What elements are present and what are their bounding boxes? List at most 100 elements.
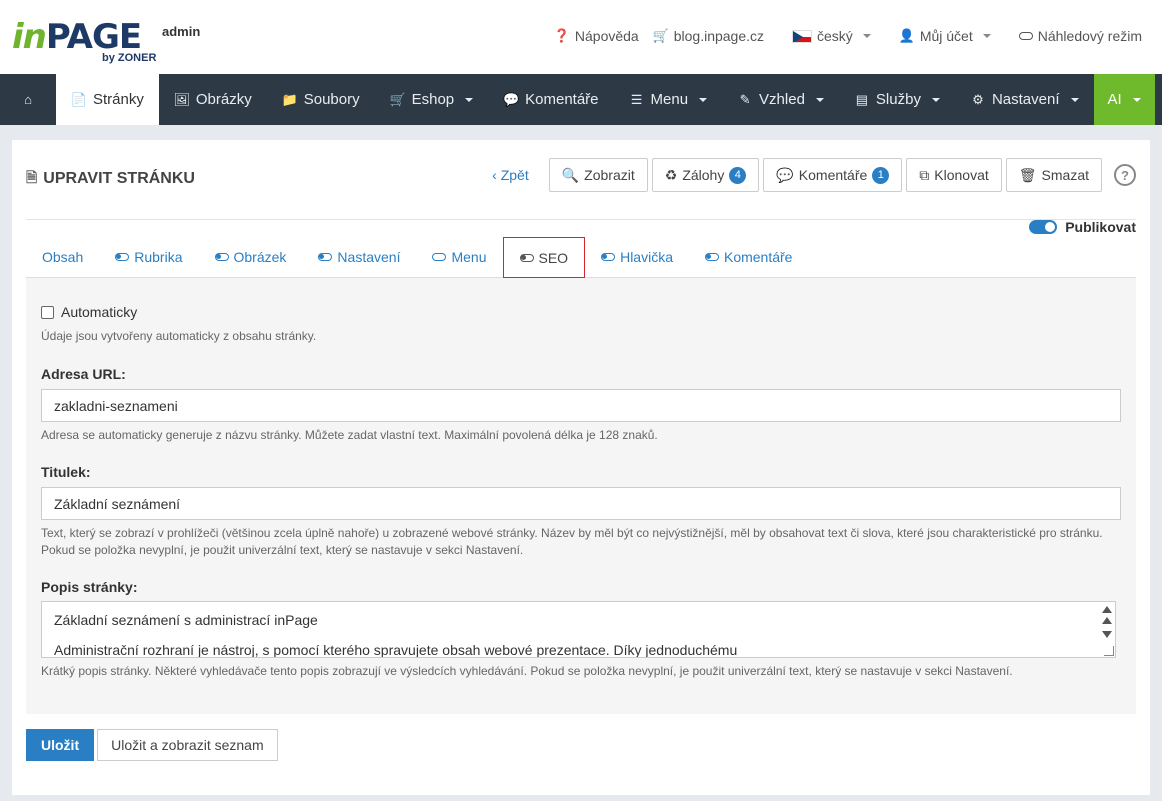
tab-image-label: Obrázek bbox=[233, 249, 287, 265]
url-input[interactable]: zakladni-seznameni bbox=[41, 389, 1121, 422]
title-help-text-1: Text, který se zobrazí v prohlížeči (vět… bbox=[41, 526, 1103, 540]
save-and-list-button[interactable]: Uložit a zobrazit seznam bbox=[97, 729, 278, 761]
delete-button-label: Smazat bbox=[1041, 167, 1089, 183]
help-link[interactable]: ❓ Nápověda bbox=[554, 28, 639, 44]
nav-services[interactable]: ▤ Služby bbox=[839, 74, 955, 125]
tab-category[interactable]: Rubrika bbox=[99, 237, 198, 277]
nav-images[interactable]: 🖼 Obrázky bbox=[159, 74, 267, 125]
description-help-text: Krátký popis stránky. Některé vyhledávač… bbox=[41, 664, 1013, 678]
account-dropdown[interactable]: 👤 Můj účet bbox=[899, 28, 991, 44]
nav-settings[interactable]: ⚙ Nastavení bbox=[955, 74, 1094, 125]
tab-category-label: Rubrika bbox=[134, 249, 183, 265]
clone-button[interactable]: ⧉ Klonovat bbox=[906, 158, 1002, 192]
toggle-on-icon bbox=[1029, 220, 1058, 234]
title-input[interactable]: Základní seznámení bbox=[41, 487, 1121, 520]
toggle-icon bbox=[214, 253, 229, 261]
nav-menu-label: Menu bbox=[650, 91, 689, 108]
page-title: 🗎 UPRAVIT STRÁNKU bbox=[26, 167, 195, 191]
description-line-2: Administrační rozhraní je nástroj, s pom… bbox=[54, 642, 738, 658]
comments-count-badge: 1 bbox=[872, 166, 890, 184]
gear-icon: ⚙ bbox=[972, 91, 984, 107]
auto-checkbox-row[interactable]: Automaticky bbox=[41, 304, 137, 320]
document-icon: 🗎 bbox=[26, 169, 38, 185]
auto-help-text: Údaje jsou vytvořeny automaticky z obsah… bbox=[41, 329, 317, 343]
nav-appearance[interactable]: ✎ Vzhled bbox=[722, 74, 839, 125]
logo-in: in bbox=[12, 17, 47, 57]
clone-button-label: Klonovat bbox=[934, 167, 989, 183]
save-button[interactable]: Uložit bbox=[26, 729, 95, 761]
description-textarea[interactable]: Základní seznámení s administrací inPage… bbox=[41, 601, 1116, 658]
delete-button[interactable]: 🗑 Smazat bbox=[1005, 158, 1102, 192]
brush-icon: ✎ bbox=[739, 91, 751, 107]
preview-mode-label: Náhledový režim bbox=[1037, 28, 1142, 44]
tab-menu[interactable]: Menu bbox=[416, 237, 502, 277]
form-actions: Uložit Uložit a zobrazit seznam bbox=[26, 729, 278, 761]
tab-content-label: Obsah bbox=[42, 249, 84, 265]
back-link[interactable]: ‹ Zpět bbox=[492, 167, 529, 183]
page-header: 🗎 UPRAVIT STRÁNKU ‹ Zpět 🔍 Zobrazit ♻ Zá… bbox=[26, 158, 1136, 220]
comments-button-label: Komentáře bbox=[798, 167, 868, 183]
backups-button[interactable]: ♻ Zálohy 4 bbox=[651, 158, 760, 192]
publish-label: Publikovat bbox=[1065, 219, 1136, 235]
language-dropdown[interactable]: český bbox=[792, 28, 871, 44]
backups-count-badge: 4 bbox=[729, 166, 747, 184]
page-actions: ‹ Zpět 🔍 Zobrazit ♻ Zálohy 4 💬 Komentáře… bbox=[492, 158, 1136, 192]
nav-ai[interactable]: AI bbox=[1093, 74, 1155, 125]
url-label: Adresa URL: bbox=[41, 366, 126, 382]
comments-icon: 💬 bbox=[776, 166, 794, 183]
page-title-text: UPRAVIT STRÁNKU bbox=[43, 170, 195, 187]
comments-button[interactable]: 💬 Komentáře 1 bbox=[763, 158, 903, 192]
tab-image[interactable]: Obrázek bbox=[199, 237, 303, 277]
tab-settings[interactable]: Nastavení bbox=[302, 237, 416, 277]
nav-add[interactable]: + bbox=[1155, 74, 1162, 125]
chevron-down-icon bbox=[699, 97, 708, 102]
auto-checkbox[interactable] bbox=[41, 305, 54, 319]
url-input-value: zakladni-seznameni bbox=[54, 397, 178, 414]
tab-content[interactable]: Obsah bbox=[26, 237, 99, 277]
view-button[interactable]: 🔍 Zobrazit bbox=[548, 158, 648, 192]
nav-images-label: Obrázky bbox=[195, 91, 252, 108]
resize-handle-icon[interactable] bbox=[1104, 646, 1114, 656]
nav-appearance-label: Vzhled bbox=[759, 91, 805, 108]
chevron-down-icon bbox=[982, 34, 991, 38]
toggle-icon bbox=[318, 253, 333, 261]
nav-files-label: Soubory bbox=[303, 91, 360, 108]
inpage-logo[interactable]: inPAGE by ZONER bbox=[12, 17, 156, 64]
nav-menu[interactable]: ☰ Menu bbox=[614, 74, 723, 125]
scroll-down-icon[interactable] bbox=[1102, 631, 1112, 638]
edit-page-card: 🗎 UPRAVIT STRÁNKU ‹ Zpět 🔍 Zobrazit ♻ Zá… bbox=[12, 140, 1150, 795]
tab-header-label: Hlavička bbox=[620, 249, 673, 265]
nav-ai-label: AI bbox=[1107, 91, 1122, 108]
nav-home[interactable]: ⌂ bbox=[0, 74, 56, 125]
top-links: ❓ Nápověda 🛒 blog.inpage.cz český 👤 Můj … bbox=[540, 28, 1142, 44]
help-icon[interactable]: ? bbox=[1114, 164, 1136, 186]
backups-button-label: Zálohy bbox=[682, 167, 725, 183]
tab-header[interactable]: Hlavička bbox=[585, 237, 689, 277]
recycle-icon: ♻ bbox=[664, 166, 678, 183]
home-icon: ⌂ bbox=[24, 92, 32, 107]
nav-pages[interactable]: 📄 Stránky bbox=[56, 74, 159, 125]
publish-toggle[interactable]: Publikovat bbox=[1029, 219, 1136, 235]
scroll-thumb-icon[interactable] bbox=[1102, 617, 1112, 624]
nav-eshop[interactable]: 🛒 Eshop bbox=[375, 74, 489, 125]
czech-flag-icon bbox=[792, 29, 813, 43]
tab-seo-label: SEO bbox=[538, 249, 569, 266]
nav-files[interactable]: 📁 Soubory bbox=[267, 74, 375, 125]
edit-tabs: Obsah Rubrika Obrázek Nastavení Menu SEO… bbox=[26, 237, 1136, 278]
toggle-off-icon bbox=[432, 253, 447, 261]
tab-seo[interactable]: SEO bbox=[502, 237, 586, 278]
chevron-down-icon bbox=[1070, 97, 1079, 102]
tab-comments[interactable]: Komentáře bbox=[689, 237, 808, 277]
blog-link[interactable]: 🛒 blog.inpage.cz bbox=[653, 28, 764, 44]
cart-icon: 🛒 bbox=[652, 28, 669, 43]
scroll-up-icon[interactable] bbox=[1102, 606, 1112, 613]
chevron-down-icon bbox=[1132, 97, 1141, 102]
toggle-off-icon bbox=[1018, 32, 1033, 40]
language-label: český bbox=[817, 28, 853, 44]
nav-comments[interactable]: 💬 Komentáře bbox=[488, 74, 613, 125]
chevron-down-icon bbox=[931, 97, 940, 102]
admin-label: admin bbox=[162, 24, 201, 39]
search-icon: 🔍 bbox=[561, 166, 580, 183]
preview-mode-toggle[interactable]: Náhledový režim bbox=[1018, 28, 1142, 44]
title-help-text-2: Pokud se položka nevyplní, je použit uni… bbox=[41, 543, 524, 557]
